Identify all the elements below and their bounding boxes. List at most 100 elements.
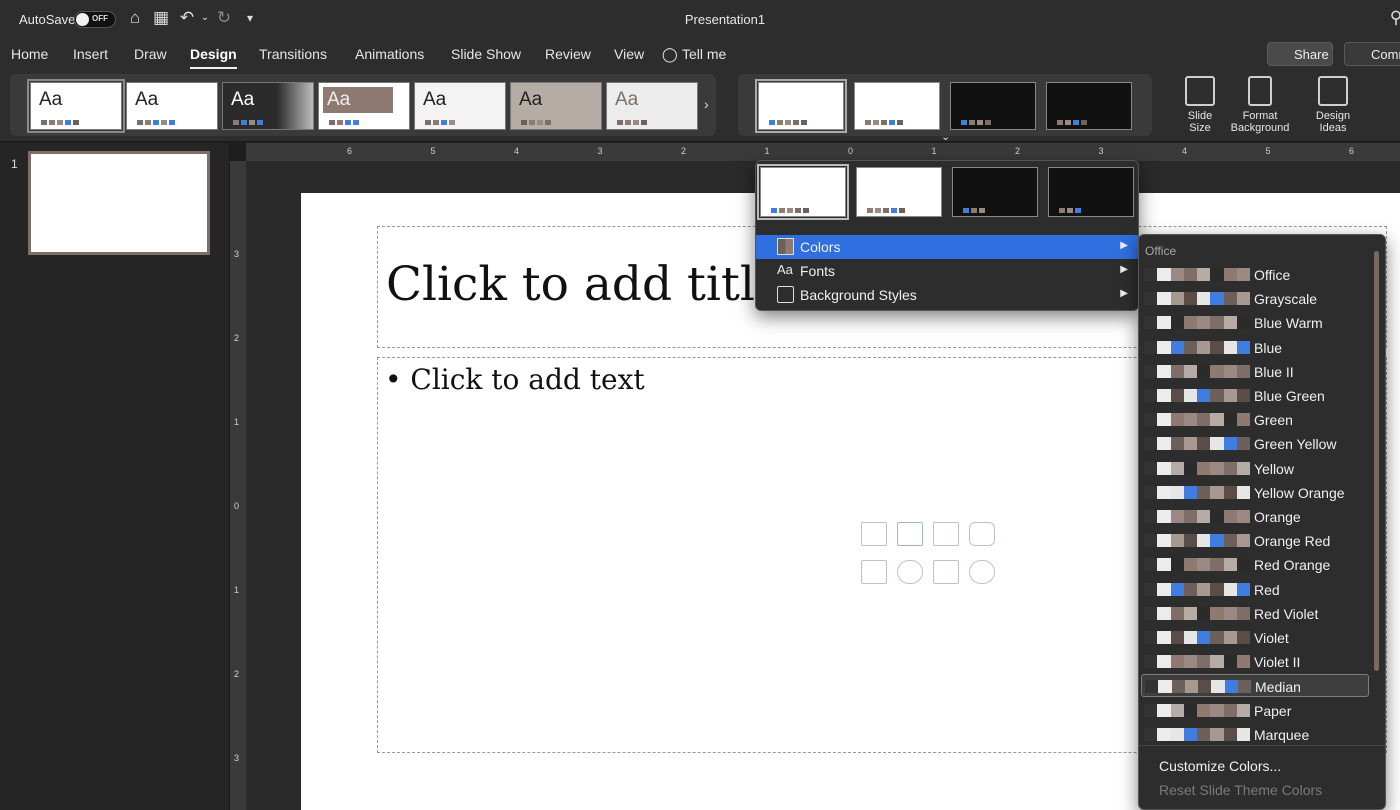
insert-table-icon[interactable] <box>861 522 887 546</box>
tab-view[interactable]: View <box>614 46 644 62</box>
slide-size-button[interactable]: Slide Size <box>1178 76 1222 134</box>
insert-video-icon[interactable] <box>933 560 959 584</box>
variant-2[interactable] <box>854 82 940 130</box>
color-scheme-orange-red[interactable]: Orange Red <box>1141 529 1369 552</box>
color-scheme-blue-warm[interactable]: Blue Warm <box>1141 311 1369 334</box>
search-icon[interactable]: ⚲ <box>1386 8 1400 28</box>
theme-label: Aa <box>327 89 351 110</box>
variant-1[interactable] <box>755 79 847 133</box>
tab-insert[interactable]: Insert <box>73 46 108 62</box>
color-scheme-red-violet[interactable]: Red Violet <box>1141 602 1369 625</box>
color-scheme-green-yellow[interactable]: Green Yellow <box>1141 432 1369 455</box>
ruler-tick-label: 3 <box>597 146 603 156</box>
tab-tell-me[interactable]: Tell me <box>682 46 726 62</box>
color-scheme-swatches <box>1144 413 1250 427</box>
tab-slide-show[interactable]: Slide Show <box>451 46 521 62</box>
slide-size-icon <box>1185 76 1215 106</box>
ruler-tick-label: 2 <box>1015 146 1021 156</box>
color-scheme-swatches <box>1144 558 1250 572</box>
ruler-tick-label: 3 <box>234 753 240 763</box>
color-scheme-violet-ii[interactable]: Violet II <box>1141 650 1369 673</box>
design-ideas-icon <box>1318 76 1348 106</box>
color-scheme-green[interactable]: Green <box>1141 408 1369 431</box>
dropdown-variant-2[interactable] <box>856 167 942 217</box>
color-scheme-label: Blue II <box>1254 363 1294 380</box>
slide-number: 1 <box>11 157 18 171</box>
theme-label: Aa <box>423 89 447 110</box>
ruler-tick-label: 1 <box>931 146 937 156</box>
tab-review[interactable]: Review <box>545 46 591 62</box>
tab-draw[interactable]: Draw <box>134 46 167 62</box>
colors-scrollbar[interactable] <box>1374 251 1379 671</box>
share-button[interactable]: Share <box>1267 42 1333 66</box>
variant-3[interactable] <box>950 82 1036 130</box>
ruler-tick-label: 3 <box>1098 146 1104 156</box>
color-scheme-red[interactable]: Red <box>1141 578 1369 601</box>
color-scheme-blue-ii[interactable]: Blue II <box>1141 360 1369 383</box>
tab-transitions[interactable]: Transitions <box>259 46 327 62</box>
color-scheme-label: Paper <box>1254 702 1292 719</box>
color-scheme-label: Orange <box>1254 509 1301 525</box>
format-background-button[interactable]: Format Background <box>1228 76 1292 134</box>
color-scheme-office[interactable]: Office <box>1141 263 1369 286</box>
theme-thumb-3[interactable]: Aa <box>222 82 314 130</box>
theme-thumb-6[interactable]: Aa <box>510 82 602 130</box>
theme-thumb-office[interactable]: Aa <box>27 79 125 133</box>
tab-design[interactable]: Design <box>190 46 237 69</box>
ruler-tick-label: 3 <box>234 249 240 259</box>
insert-3d-model-icon[interactable] <box>969 522 995 546</box>
color-scheme-swatches <box>1144 703 1250 717</box>
insert-icons-icon[interactable] <box>969 560 995 584</box>
theme-thumb-7[interactable]: Aa <box>606 82 698 130</box>
tab-home[interactable]: Home <box>11 46 48 62</box>
ruler-tick-label: 6 <box>347 146 353 156</box>
variants-expand-icon[interactable]: ⌄ <box>941 130 950 143</box>
insert-picture-icon[interactable] <box>861 560 887 584</box>
variant-4[interactable] <box>1046 82 1132 130</box>
color-scheme-swatches <box>1145 680 1251 694</box>
color-scheme-swatches <box>1144 606 1250 620</box>
submenu-arrow-icon: ▶ <box>1120 240 1128 251</box>
ruler-tick-label: 4 <box>514 146 520 156</box>
color-scheme-swatches <box>1144 510 1250 523</box>
comments-button[interactable]: Comm <box>1344 42 1400 66</box>
customize-colors-item[interactable]: Customize Colors... <box>1159 758 1281 774</box>
color-scheme-label: Blue Green <box>1254 388 1325 404</box>
dropdown-variant-3[interactable] <box>952 167 1038 217</box>
color-scheme-marquee[interactable]: Marquee <box>1141 723 1369 746</box>
title-placeholder-text: Click to add title <box>386 257 783 312</box>
color-scheme-median[interactable]: Median <box>1141 674 1369 698</box>
variants-dropdown: Colors ▶ Aa Fonts ▶ Background Styles ▶ <box>755 160 1139 311</box>
share-label: Share <box>1294 47 1329 62</box>
color-scheme-blue[interactable]: Blue <box>1141 336 1369 359</box>
menu-item-colors[interactable]: Colors ▶ <box>756 235 1138 259</box>
color-scheme-violet[interactable]: Violet <box>1141 626 1369 649</box>
color-scheme-swatches <box>1144 631 1250 644</box>
ribbon-tabs: Home Insert Draw Design Transitions Anim… <box>0 38 1400 71</box>
dropdown-variant-4[interactable] <box>1048 167 1134 217</box>
theme-thumb-5[interactable]: Aa <box>414 82 506 130</box>
color-scheme-yellow[interactable]: Yellow <box>1141 457 1369 480</box>
tab-animations[interactable]: Animations <box>355 46 424 62</box>
more-themes-chevron-icon[interactable]: › <box>704 96 709 112</box>
color-scheme-blue-green[interactable]: Blue Green <box>1141 384 1369 407</box>
design-ideas-button[interactable]: Design Ideas <box>1306 76 1360 134</box>
color-scheme-red-orange[interactable]: Red Orange <box>1141 553 1369 576</box>
dropdown-variant-1[interactable] <box>757 164 849 220</box>
theme-thumb-4[interactable]: Aa <box>318 82 410 130</box>
color-scheme-swatches <box>1144 727 1250 741</box>
slide-thumbnail[interactable] <box>28 151 210 255</box>
color-scheme-orange[interactable]: Orange <box>1141 505 1369 528</box>
color-scheme-yellow-orange[interactable]: Yellow Orange <box>1141 481 1369 504</box>
color-scheme-grayscale[interactable]: Grayscale <box>1141 287 1369 310</box>
color-scheme-label: Green Yellow <box>1254 436 1337 453</box>
menu-item-background-styles[interactable]: Background Styles ▶ <box>756 283 1138 307</box>
insert-online-picture-icon[interactable] <box>897 560 923 584</box>
insert-chart-icon[interactable] <box>897 522 923 546</box>
theme-thumb-2[interactable]: Aa <box>126 82 218 130</box>
menu-item-fonts[interactable]: Aa Fonts ▶ <box>756 259 1138 283</box>
ruler-tick-label: 1 <box>764 146 770 156</box>
insert-smartart-icon[interactable] <box>933 522 959 546</box>
color-scheme-swatches <box>1144 292 1250 306</box>
color-scheme-paper[interactable]: Paper <box>1141 699 1369 722</box>
